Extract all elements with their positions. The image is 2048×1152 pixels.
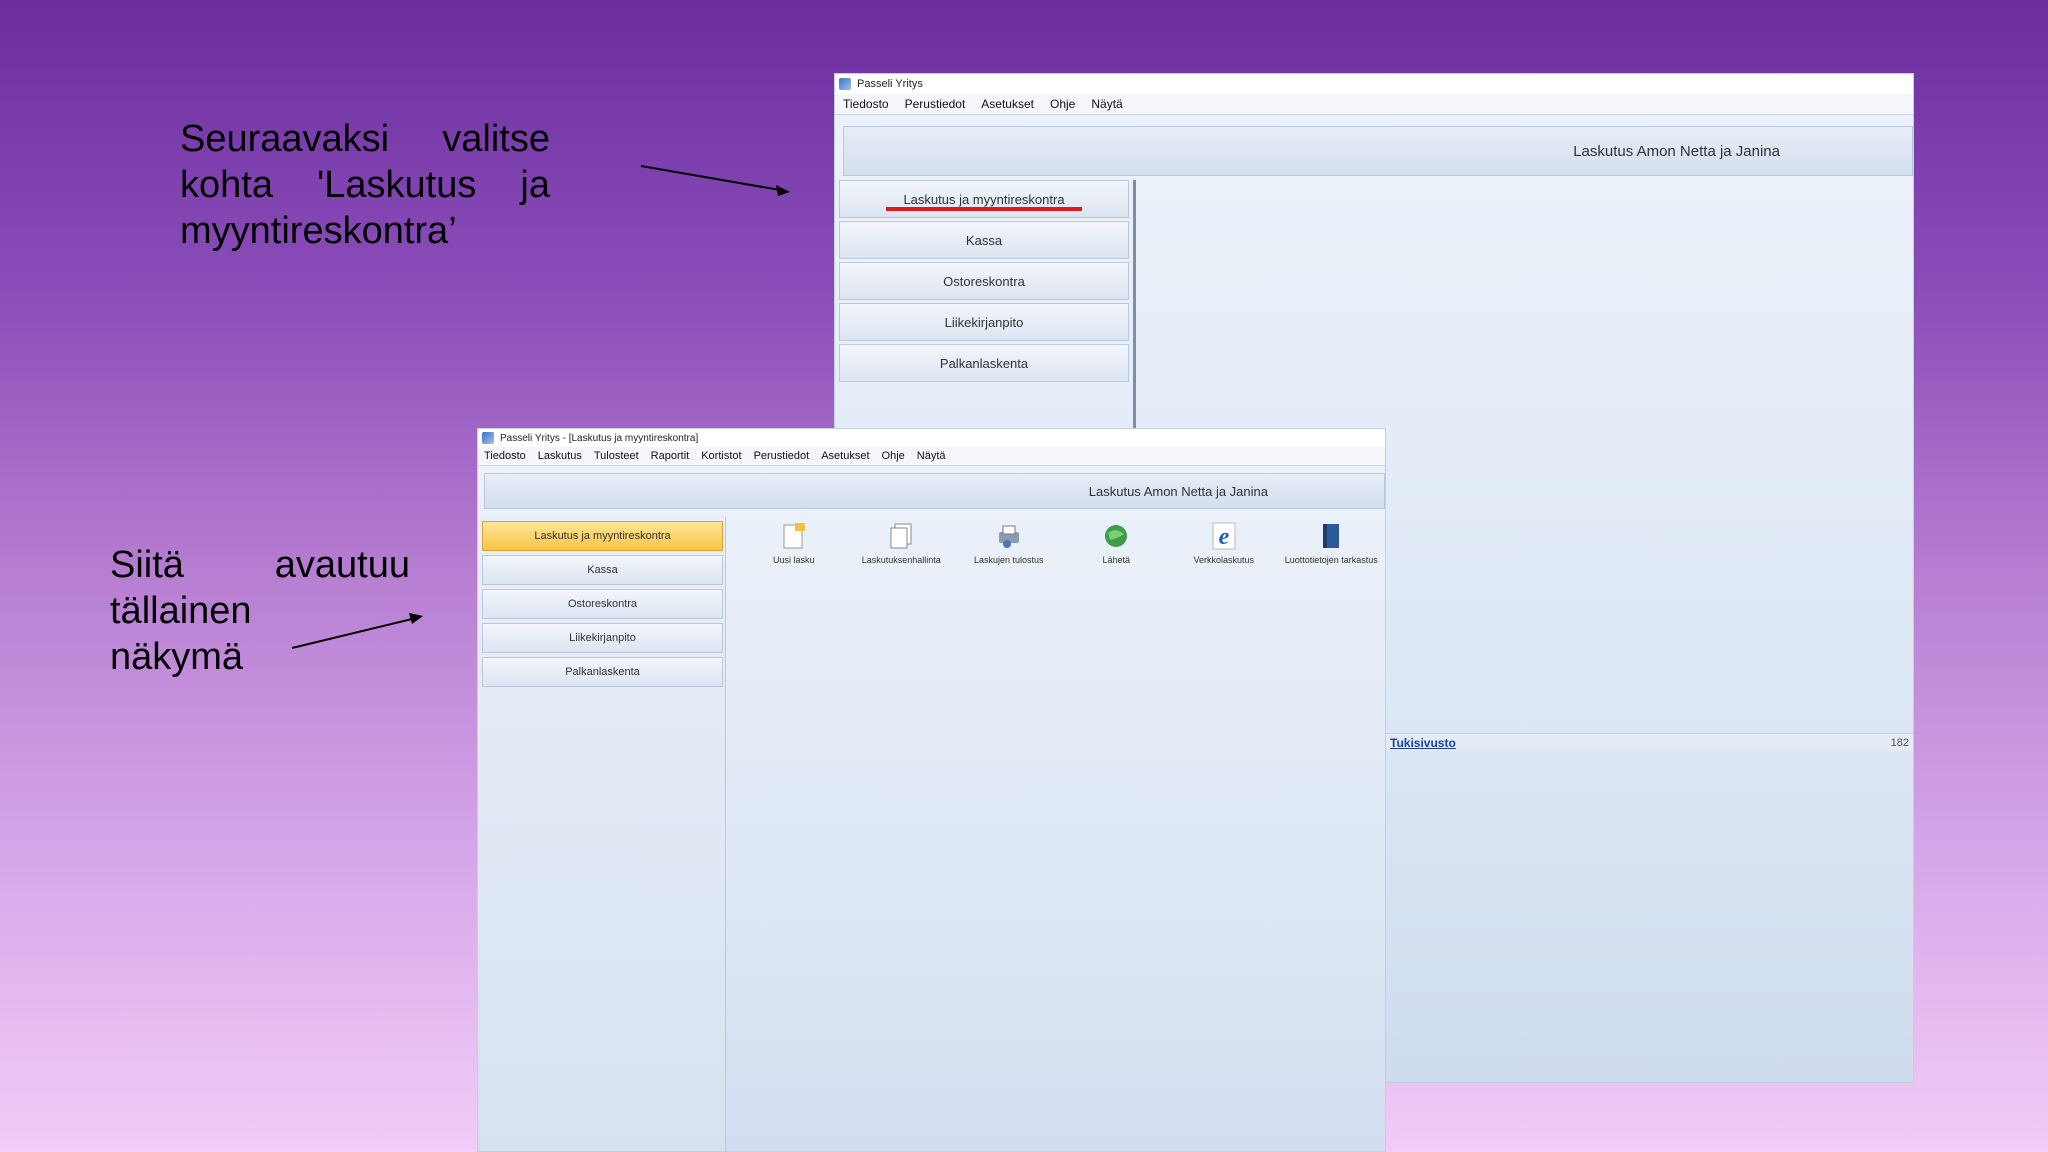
window-title: Passeli Yritys (857, 78, 923, 90)
nav-kassa-button[interactable]: Kassa (839, 221, 1129, 259)
banner-title: Laskutus Amon Netta ja Janina (1573, 142, 1780, 160)
menu-asetukset[interactable]: Asetukset (973, 97, 1042, 111)
menu-nayta[interactable]: Näytä (911, 450, 952, 462)
company-banner: Laskutus Amon Netta ja Janina (843, 126, 1913, 176)
svg-text:e: e (1218, 524, 1229, 550)
menu-bar: Tiedosto Perustiedot Asetukset Ohje Näyt… (835, 94, 1913, 115)
menu-kortistot[interactable]: Kortistot (695, 450, 747, 462)
tool-laheta[interactable]: Lähetä (1063, 521, 1171, 565)
nav-laskutus-button[interactable]: Laskutus ja myyntireskontra (839, 180, 1129, 218)
menu-perustiedot[interactable]: Perustiedot (748, 450, 816, 462)
menu-ohje[interactable]: Ohje (876, 450, 911, 462)
menu-tiedosto[interactable]: Tiedosto (478, 450, 532, 462)
nav-palkanlaskenta-button[interactable]: Palkanlaskenta (482, 657, 723, 687)
window-titlebar: Passeli Yritys (835, 74, 1913, 94)
panel-splitter[interactable] (1133, 180, 1136, 430)
highlight-underline (886, 207, 1082, 211)
menu-raportit[interactable]: Raportit (645, 450, 696, 462)
printer-icon (995, 521, 1023, 551)
module-sidebar: Laskutus ja myyntireskontra Kassa Ostore… (839, 180, 1129, 385)
nav-kassa-button[interactable]: Kassa (482, 555, 723, 585)
menu-nayta[interactable]: Näytä (1083, 97, 1130, 111)
nav-liikekirjanpito-button[interactable]: Liikekirjanpito (839, 303, 1129, 341)
tool-verkkolaskutus[interactable]: e Verkkolaskutus (1170, 521, 1278, 565)
support-link[interactable]: Tukisivusto (1389, 736, 1456, 750)
billing-toolbar: Uusi lasku Laskutuksenhallinta Laskujen … (740, 521, 1385, 565)
app-icon (482, 432, 494, 444)
menu-tulosteet[interactable]: Tulosteet (588, 450, 645, 462)
window-title: Passeli Yritys - [Laskutus ja myyntiresk… (500, 432, 699, 444)
tool-uusi-lasku[interactable]: Uusi lasku (740, 521, 848, 565)
e-invoice-icon: e (1210, 521, 1238, 551)
status-bar: Tukisivusto 182 (1385, 733, 1913, 751)
menu-tiedosto[interactable]: Tiedosto (835, 97, 897, 111)
document-icon (888, 521, 914, 551)
company-banner: Laskutus Amon Netta ja Janina (484, 473, 1385, 509)
menu-bar: Tiedosto Laskutus Tulosteet Raportit Kor… (478, 447, 1385, 466)
passeli-billing-window: Passeli Yritys - [Laskutus ja myyntiresk… (477, 428, 1386, 1152)
window-titlebar: Passeli Yritys - [Laskutus ja myyntiresk… (478, 429, 1385, 447)
menu-perustiedot[interactable]: Perustiedot (897, 97, 974, 111)
tool-laskujen-tulostus[interactable]: Laskujen tulostus (955, 521, 1063, 565)
menu-asetukset[interactable]: Asetukset (815, 450, 875, 462)
nav-laskutus-button-active[interactable]: Laskutus ja myyntireskontra (482, 521, 723, 551)
tool-laskutuksenhallinta[interactable]: Laskutuksenhallinta (848, 521, 956, 565)
globe-send-icon (1102, 521, 1130, 551)
status-number: 182 (1890, 736, 1909, 749)
app-icon (839, 78, 851, 90)
module-sidebar: Laskutus ja myyntireskontra Kassa Ostore… (480, 517, 726, 1151)
banner-title: Laskutus Amon Netta ja Janina (1088, 483, 1268, 499)
menu-laskutus[interactable]: Laskutus (532, 450, 588, 462)
nav-palkanlaskenta-button[interactable]: Palkanlaskenta (839, 344, 1129, 382)
tool-luottotietojen-tarkastus[interactable]: Luottotietojen tarkastus (1278, 521, 1386, 565)
new-invoice-icon (781, 521, 807, 551)
nav-liikekirjanpito-button[interactable]: Liikekirjanpito (482, 623, 723, 653)
book-icon (1318, 521, 1344, 551)
menu-ohje[interactable]: Ohje (1042, 97, 1083, 111)
nav-ostoreskontra-button[interactable]: Ostoreskontra (839, 262, 1129, 300)
nav-ostoreskontra-button[interactable]: Ostoreskontra (482, 589, 723, 619)
